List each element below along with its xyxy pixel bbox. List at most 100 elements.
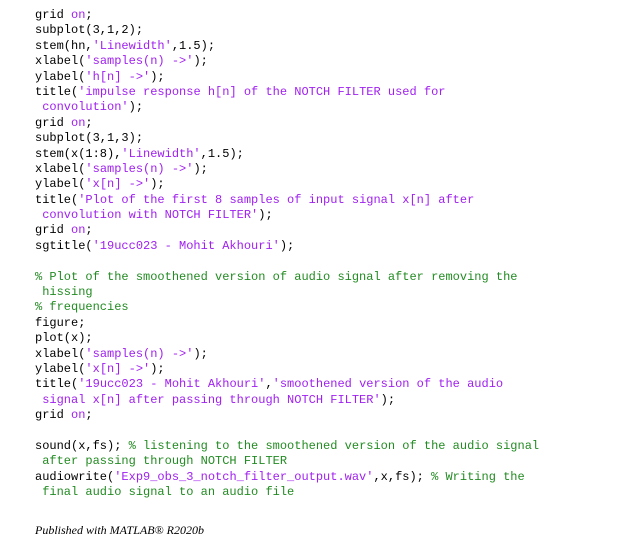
string-token: on xyxy=(71,8,86,22)
code-token: plot(x); xyxy=(35,331,93,346)
comment-token: % Plot of the smoothened version of audi… xyxy=(35,269,518,284)
code-token: ); xyxy=(150,177,165,192)
code-line: subplot(3,1,2); xyxy=(35,23,615,38)
code-token: xlabel( xyxy=(35,161,86,176)
string-token: 'Linewidth' xyxy=(92,38,172,53)
code-line: xlabel('samples(n) ->'); xyxy=(35,54,615,69)
published-footer: Published with MATLAB® R2020b xyxy=(35,523,205,537)
code-token: ylabel( xyxy=(35,177,86,192)
code-line: xlabel('samples(n) ->'); xyxy=(35,347,615,362)
code-token: sgtitle( xyxy=(35,238,93,253)
code-line: title('Plot of the first 8 samples of in… xyxy=(35,193,615,208)
code-token: title( xyxy=(35,84,79,99)
string-token: '19ucc023 - Mohit Akhouri' xyxy=(78,377,266,392)
string-token: 'Plot of the first 8 samples of input si… xyxy=(78,192,475,207)
code-token: ; xyxy=(85,8,93,22)
string-token: 'samples(n) ->' xyxy=(85,161,194,176)
string-token: 'Exp9_obs_3_notch_filter_output.wav' xyxy=(114,469,374,484)
code-token: ); xyxy=(380,392,396,407)
code-token: ,1.5); xyxy=(171,38,216,53)
code-token: ylabel( xyxy=(35,361,86,376)
code-token: grid xyxy=(35,115,72,130)
string-token: convolution' xyxy=(35,100,129,115)
code-line: plot(x); xyxy=(35,331,615,346)
code-token: ylabel( xyxy=(35,69,86,84)
code-token: ); xyxy=(258,208,273,223)
comment-token: hissing xyxy=(35,285,93,300)
code-line: after passing through NOTCH FILTER xyxy=(35,454,615,469)
code-token: ); xyxy=(150,69,165,84)
code-listing: grid on; subplot(3,1,2); stem(hn,'Linewidt… xyxy=(35,8,615,501)
code-line: % frequencies xyxy=(35,300,615,315)
string-token: 'Linewidth' xyxy=(121,146,201,161)
code-line: grid on; xyxy=(35,116,615,131)
code-token: ); xyxy=(150,361,165,376)
string-token: 'samples(n) ->' xyxy=(85,346,194,361)
code-token: title( xyxy=(35,192,79,207)
string-token: on xyxy=(71,223,86,238)
code-token: stem(hn, xyxy=(35,38,93,53)
comment-token: % Writing the xyxy=(431,469,525,484)
string-token: 'x[n] ->' xyxy=(85,361,151,376)
code-token: ,1.5); xyxy=(200,146,244,161)
string-token: convolution with NOTCH FILTER' xyxy=(35,208,259,223)
code-token: subplot(3,1,2); xyxy=(35,23,144,38)
code-token: ); xyxy=(279,238,295,253)
code-line: grid on; xyxy=(35,223,615,238)
code-token: audiowrite( xyxy=(35,469,115,484)
code-line: final audio signal to an audio file xyxy=(35,485,615,500)
code-token: stem(x(1:8), xyxy=(35,146,122,161)
code-token: ,x,fs); xyxy=(373,469,432,484)
code-token: xlabel( xyxy=(35,54,86,69)
code-line: convolution with NOTCH FILTER'); xyxy=(35,208,615,223)
comment-token: % listening to the smoothened version of… xyxy=(128,438,540,453)
code-line: subplot(3,1,3); xyxy=(35,131,615,146)
comment-token: % frequencies xyxy=(35,300,129,315)
code-token: ); xyxy=(193,161,208,176)
code-line: signal x[n] after passing through NOTCH … xyxy=(35,393,615,408)
code-line: xlabel('samples(n) ->'); xyxy=(35,162,615,177)
code-line: stem(hn,'Linewidth',1.5); xyxy=(35,39,615,54)
code-token: grid xyxy=(35,408,72,423)
code-token: , xyxy=(265,377,273,392)
code-line: audiowrite('Exp9_obs_3_notch_filter_outp… xyxy=(35,470,615,485)
comment-token: after passing through NOTCH FILTER xyxy=(35,454,288,469)
code-line: ylabel('h[n] ->'); xyxy=(35,70,615,85)
code-line: convolution'); xyxy=(35,100,615,115)
code-line: figure; xyxy=(35,316,615,331)
string-token: 'x[n] ->' xyxy=(85,177,151,192)
code-token: ; xyxy=(85,223,93,238)
code-token: ); xyxy=(193,54,208,69)
comment-token: final audio signal to an audio file xyxy=(35,485,295,500)
code-token: xlabel( xyxy=(35,346,86,361)
string-token: signal x[n] after passing through NOTCH … xyxy=(35,392,381,407)
code-line: hissing xyxy=(35,285,615,300)
code-token: ); xyxy=(128,100,144,115)
code-line: ylabel('x[n] ->'); xyxy=(35,362,615,377)
code-token: sound(x,fs); xyxy=(35,438,129,453)
string-token: on xyxy=(71,115,86,130)
code-token: ); xyxy=(193,346,208,361)
code-token: subplot(3,1,3); xyxy=(35,131,144,146)
code-token: grid xyxy=(35,223,72,238)
code-token: title( xyxy=(35,377,79,392)
string-token: on xyxy=(71,408,86,423)
string-token: 'smoothened version of the audio xyxy=(272,377,504,392)
code-line: grid on; xyxy=(35,408,615,423)
string-token: '19ucc023 - Mohit Akhouri' xyxy=(92,238,280,253)
code-line: % Plot of the smoothened version of audi… xyxy=(35,270,615,285)
code-line: stem(x(1:8),'Linewidth',1.5); xyxy=(35,147,615,162)
code-token: figure; xyxy=(35,315,86,330)
string-token: 'h[n] ->' xyxy=(85,69,151,84)
code-line: title('19ucc023 - Mohit Akhouri','smooth… xyxy=(35,377,615,392)
code-token: grid xyxy=(35,8,72,22)
string-token: 'samples(n) ->' xyxy=(85,54,194,69)
code-line: title('impulse response h[n] of the NOTC… xyxy=(35,85,615,100)
string-token: 'impulse response h[n] of the NOTCH FILT… xyxy=(78,84,446,99)
code-token: ; xyxy=(85,408,93,423)
code-line: grid on; xyxy=(35,8,615,23)
code-line: sgtitle('19ucc023 - Mohit Akhouri'); xyxy=(35,239,615,254)
code-line: sound(x,fs); % listening to the smoothen… xyxy=(35,439,615,454)
